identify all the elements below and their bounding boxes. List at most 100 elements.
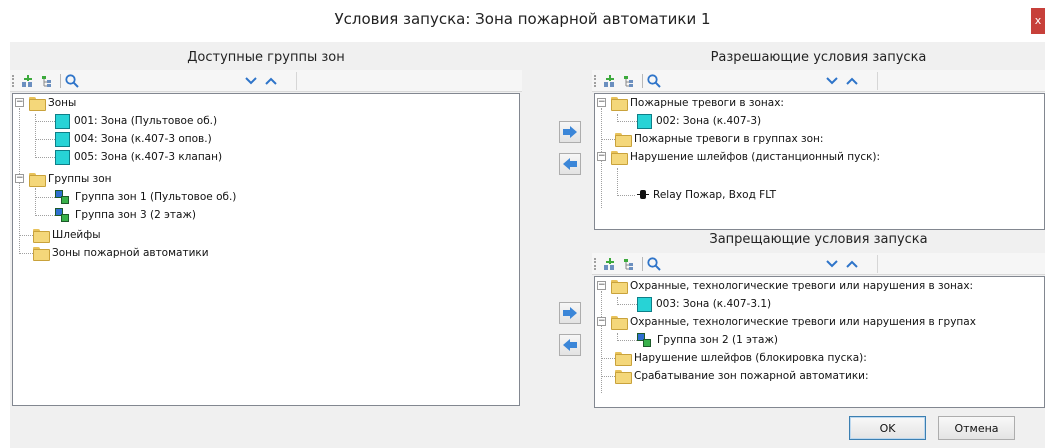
add-deny-condition-button[interactable] bbox=[559, 302, 581, 324]
tree-connector bbox=[35, 188, 36, 216]
chevron-down-icon[interactable] bbox=[824, 256, 840, 272]
tree-connector bbox=[35, 197, 55, 198]
tree-node-label: 005: Зона (к.407-3 клапан) bbox=[74, 151, 223, 163]
collapse-toggle[interactable]: − bbox=[15, 98, 24, 107]
tree-node-group-3[interactable]: Группа зон 3 (2 этаж) bbox=[55, 206, 196, 224]
tree-connector bbox=[617, 195, 635, 196]
folder-open-icon bbox=[29, 97, 46, 111]
chevron-up-icon[interactable] bbox=[263, 73, 279, 89]
close-button[interactable]: x bbox=[1031, 8, 1045, 34]
tree-node-label: Группы зон bbox=[48, 173, 112, 185]
tree-node-label: Нарушение шлейфов (блокировка пуска): bbox=[634, 352, 867, 364]
chevron-up-icon[interactable] bbox=[844, 73, 860, 89]
left-toolbar bbox=[10, 70, 522, 92]
tree-node-group-2[interactable]: Группа зон 2 (1 этаж) bbox=[637, 331, 778, 349]
tree-node-fire-automation-trigger[interactable]: Срабатывание зон пожарной автоматики: bbox=[615, 367, 869, 385]
tree-node-fire-automation-zones[interactable]: Зоны пожарной автоматики bbox=[33, 244, 209, 262]
collapse-toggle[interactable]: − bbox=[597, 98, 606, 107]
toolbar-grip[interactable] bbox=[594, 258, 596, 270]
collapse-toggle[interactable]: − bbox=[597, 152, 606, 161]
folder-icon bbox=[615, 133, 632, 147]
tree-node-zone-002[interactable]: 002: Зона (к.407-3) bbox=[637, 112, 761, 130]
arrow-right-icon bbox=[563, 126, 577, 138]
collapse-toggle[interactable]: − bbox=[597, 281, 606, 290]
zone-icon bbox=[55, 131, 70, 147]
add-child-icon[interactable] bbox=[622, 73, 638, 89]
ok-button[interactable]: OK bbox=[849, 416, 926, 440]
tree-node-zone-003[interactable]: 003: Зона (к.407-3.1) bbox=[637, 295, 771, 313]
search-icon[interactable] bbox=[64, 73, 80, 89]
window-title: Условия запуска: Зона пожарной автоматик… bbox=[334, 10, 711, 28]
deny-conditions-tree[interactable]: − Охранные, технологические тревоги или … bbox=[594, 276, 1045, 408]
add-node-icon[interactable] bbox=[20, 73, 36, 89]
tree-node-security-alarms-groups[interactable]: Охранные, технологические тревоги или на… bbox=[611, 313, 976, 331]
available-groups-title: Доступные группы зон bbox=[187, 50, 345, 65]
tree-node-label: Охранные, технологические тревоги или на… bbox=[630, 280, 974, 292]
zone-icon bbox=[637, 113, 652, 129]
tree-connector bbox=[617, 121, 637, 122]
chevron-down-icon[interactable] bbox=[824, 73, 840, 89]
tree-connector bbox=[35, 121, 55, 122]
toolbar-end-separator bbox=[296, 72, 297, 90]
tree-node-security-alarms-zones[interactable]: Охранные, технологические тревоги или на… bbox=[611, 277, 973, 295]
tree-connector bbox=[19, 253, 33, 254]
tree-node-zones[interactable]: Зоны bbox=[29, 94, 76, 112]
tree-node-label: 003: Зона (к.407-3.1) bbox=[656, 298, 772, 310]
remove-deny-condition-button[interactable] bbox=[559, 334, 581, 356]
deny-conditions-title: Запрещающие условия запуска bbox=[709, 232, 928, 247]
folder-icon bbox=[615, 370, 632, 384]
toolbar-grip[interactable] bbox=[594, 75, 596, 87]
tree-connector bbox=[601, 376, 615, 377]
tree-connector bbox=[601, 139, 615, 140]
folder-open-icon bbox=[611, 97, 628, 111]
add-child-icon[interactable] bbox=[622, 256, 638, 272]
add-node-icon[interactable] bbox=[602, 256, 618, 272]
toolbar-grip[interactable] bbox=[12, 75, 14, 87]
allow-conditions-tree[interactable]: − Пожарные тревоги в зонах: 002: Зона (к… bbox=[594, 93, 1045, 230]
tree-node-group-1[interactable]: Группа зон 1 (Пультовое об.) bbox=[55, 188, 236, 206]
collapse-toggle[interactable]: − bbox=[15, 174, 24, 183]
tree-connector bbox=[35, 139, 55, 140]
add-allow-condition-button[interactable] bbox=[559, 121, 581, 143]
add-child-icon[interactable] bbox=[40, 73, 56, 89]
tree-node-loop-violation-block[interactable]: Нарушение шлейфов (блокировка пуска): bbox=[615, 349, 867, 367]
tree-node-zone-005[interactable]: 005: Зона (к.407-3 клапан) bbox=[55, 148, 222, 166]
arrow-left-icon bbox=[563, 339, 577, 351]
tree-node-label: 004: Зона (к.407-3 опов.) bbox=[74, 133, 212, 145]
folder-icon bbox=[33, 247, 50, 261]
tree-node-label: Пожарные тревоги в группах зон: bbox=[634, 133, 824, 145]
chevron-up-icon[interactable] bbox=[844, 256, 860, 272]
remove-allow-condition-button[interactable] bbox=[559, 153, 581, 175]
search-icon[interactable] bbox=[646, 256, 662, 272]
tree-node-label: Группа зон 1 (Пультовое об.) bbox=[75, 191, 237, 203]
folder-open-icon bbox=[611, 151, 628, 165]
tree-node-fire-alarms-zones[interactable]: Пожарные тревоги в зонах: bbox=[611, 94, 784, 112]
search-icon[interactable] bbox=[646, 73, 662, 89]
zone-icon bbox=[55, 149, 70, 165]
folder-icon bbox=[33, 229, 50, 243]
tree-connector bbox=[35, 215, 55, 216]
zone-group-icon bbox=[55, 207, 71, 223]
tree-node-loops[interactable]: Шлейфы bbox=[33, 226, 101, 244]
collapse-toggle[interactable]: − bbox=[597, 317, 606, 326]
tree-node-zone-001[interactable]: 001: Зона (Пультовое об.) bbox=[55, 112, 217, 130]
toolbar-separator bbox=[642, 74, 643, 88]
tree-connector bbox=[601, 358, 615, 359]
tree-node-zone-groups[interactable]: Группы зон bbox=[29, 170, 112, 188]
tree-node-label: Зоны пожарной автоматики bbox=[52, 247, 209, 259]
add-node-icon[interactable] bbox=[602, 73, 618, 89]
chevron-down-icon[interactable] bbox=[243, 73, 259, 89]
tree-node-zone-004[interactable]: 004: Зона (к.407-3 опов.) bbox=[55, 130, 212, 148]
available-groups-tree[interactable]: − Зоны 001: Зона (Пультовое об.) 004: Зо… bbox=[12, 93, 520, 406]
tree-node-label: Группа зон 2 (1 этаж) bbox=[657, 334, 778, 346]
cancel-button[interactable]: Отмена bbox=[938, 416, 1015, 440]
toolbar-end-separator bbox=[877, 255, 878, 273]
allow-toolbar bbox=[592, 70, 1045, 92]
tree-node-loop-violation-remote[interactable]: Нарушение шлейфов (дистанционный пуск): bbox=[611, 148, 880, 166]
tree-node-label: Группа зон 3 (2 этаж) bbox=[75, 209, 196, 221]
tree-connector bbox=[617, 340, 637, 341]
tree-node-fire-alarms-groups[interactable]: Пожарные тревоги в группах зон: bbox=[615, 130, 823, 148]
deny-toolbar bbox=[592, 253, 1045, 275]
tree-node-relay-input[interactable]: Relay Пожар, Вход FLT bbox=[637, 186, 776, 204]
tree-node-label: 001: Зона (Пультовое об.) bbox=[74, 115, 218, 127]
